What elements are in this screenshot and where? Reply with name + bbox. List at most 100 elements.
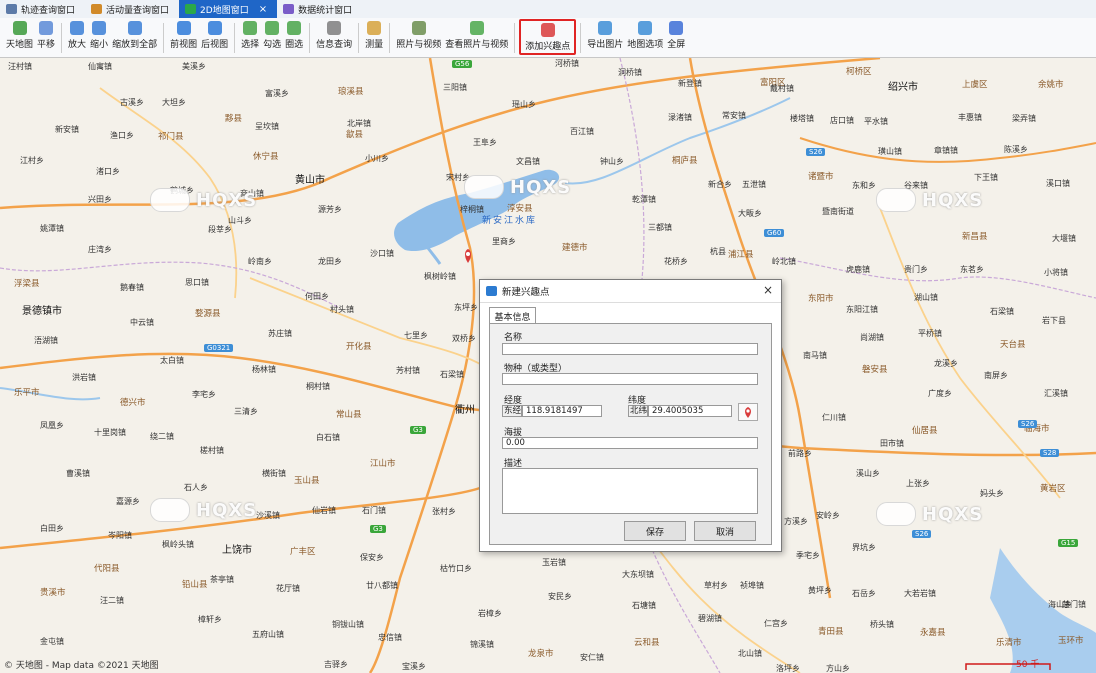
place-label: 东阳市 [808, 294, 834, 304]
tab-2[interactable]: 2D地图窗口 × [179, 0, 278, 18]
place-label: 上张乡 [906, 479, 930, 488]
place-label: 楚门镇 [1062, 600, 1086, 609]
close-icon[interactable]: × [763, 283, 773, 297]
place-label: 代阳县 [94, 564, 120, 574]
zoom-extent-button[interactable]: 缩放到全部 [110, 18, 159, 56]
place-label: 黄坪乡 [808, 586, 832, 595]
place-label: 南马镇 [803, 351, 827, 360]
toolbar-separator [389, 23, 391, 53]
description-field[interactable] [502, 468, 758, 514]
place-label: 李宅乡 [192, 390, 216, 399]
altitude-field[interactable]: 0.00 [502, 437, 758, 449]
place-label: 大畈乡 [738, 209, 762, 218]
toolbar-separator [234, 23, 236, 53]
select-button[interactable]: 选择 [239, 18, 261, 56]
place-label: 石门镇 [362, 506, 386, 515]
place-label: 黟县 [225, 114, 243, 124]
place-label: 沙口镇 [370, 249, 394, 258]
circle-select-button[interactable]: 圈选 [283, 18, 305, 56]
poi-marker-icon[interactable] [465, 249, 471, 263]
place-label: 楼塔镇 [790, 114, 814, 123]
zoom-out-button[interactable]: 缩小 [88, 18, 110, 56]
name-field[interactable] [502, 343, 758, 355]
toolbar-label: 后视图 [201, 40, 229, 50]
measure-button[interactable]: 测量 [363, 18, 385, 56]
toolbar-label: 前视图 [170, 40, 198, 50]
place-label: 常安镇 [722, 111, 746, 120]
toolbar-label: 天地图 [6, 40, 34, 50]
place-label: 碧湖镇 [698, 614, 722, 623]
photo-video-button[interactable]: 照片与视频 [394, 18, 443, 56]
toolbar-label: 圈选 [285, 40, 304, 50]
place-label: 平水镇 [864, 117, 888, 126]
save-button[interactable]: 保存 [624, 521, 686, 541]
toolbar-label: 信息查询 [316, 40, 353, 50]
map-button[interactable]: 天地图 [4, 18, 35, 56]
toolbar-separator [514, 23, 516, 53]
place-label: 里商乡 [492, 237, 516, 246]
road-badge: G3 [410, 426, 426, 434]
tab-1[interactable]: 活动量查询窗口 [85, 0, 179, 18]
place-label: 绕二镇 [150, 432, 174, 441]
window-icon [283, 4, 295, 14]
place-label: 溪山乡 [856, 469, 880, 478]
place-label: 北山镇 [738, 649, 762, 658]
place-label: 双桥乡 [452, 334, 476, 343]
place-label: 五府山镇 [252, 630, 284, 639]
place-label: 开化县 [346, 342, 372, 352]
zoom-in-icon [70, 21, 85, 35]
place-label: 村头镇 [330, 305, 354, 314]
check-select-button[interactable]: 勾选 [261, 18, 283, 56]
export-image-button[interactable]: 导出图片 [585, 18, 625, 56]
place-label: 衢州 [455, 405, 475, 416]
place-label: 暨南街道 [822, 207, 854, 216]
tab-3[interactable]: 数据统计窗口 [277, 0, 362, 18]
info-query-button[interactable]: 信息查询 [314, 18, 354, 56]
add-poi-button[interactable]: 添加兴趣点 [519, 19, 577, 55]
place-label: 洞桥镇 [618, 68, 642, 77]
toolbar-label: 添加兴趣点 [525, 42, 571, 52]
basic-info-panel: 名称 物种（或类型） 经度 纬度 东经 118.9181497 北纬 29.40… [489, 323, 772, 545]
species-field[interactable] [502, 373, 758, 385]
place-label: 玉山县 [294, 476, 320, 486]
place-label: 芳村镇 [396, 366, 420, 375]
map-options-button[interactable]: 地图选项 [625, 18, 665, 56]
place-label: 段莘乡 [208, 225, 232, 234]
back-arrow-icon [176, 21, 191, 35]
place-label: 方山乡 [826, 664, 850, 673]
place-label: 新登镇 [678, 79, 702, 88]
place-label: 广丰区 [290, 547, 316, 557]
dialog-title-bar[interactable]: 新建兴趣点 [480, 280, 781, 303]
place-label: 新安镇 [55, 125, 79, 134]
watermark: HQXS [876, 188, 983, 212]
road-badge: G3 [370, 525, 386, 533]
place-label: 仙居县 [912, 426, 938, 436]
cancel-button[interactable]: 取消 [694, 521, 756, 541]
fullscreen-button[interactable]: 全屏 [665, 18, 687, 56]
place-label: 曹溪镇 [66, 469, 90, 478]
tab-basic-info[interactable]: 基本信息 [489, 307, 536, 324]
close-icon[interactable]: × [259, 4, 267, 15]
place-label: 十里岗镇 [94, 428, 126, 437]
place-label: 琅溪县 [338, 87, 364, 97]
back-arrow-button[interactable]: 前视图 [168, 18, 199, 56]
pick-location-button[interactable] [738, 403, 758, 421]
place-label: 虎鹿镇 [846, 265, 870, 274]
tab-0[interactable]: 轨迹查询窗口 [0, 0, 85, 18]
place-label: 乐平市 [14, 388, 40, 398]
zoom-in-button[interactable]: 放大 [66, 18, 88, 56]
forward-arrow-button[interactable]: 后视图 [199, 18, 230, 56]
place-label: 妈头乡 [980, 489, 1004, 498]
pan-hand-button[interactable]: 平移 [35, 18, 57, 56]
toolbar-label: 地图选项 [627, 40, 664, 50]
place-label: 贵溪市 [40, 588, 66, 598]
place-label: 磐安县 [862, 365, 888, 375]
longitude-field[interactable]: 118.9181497 [522, 405, 602, 417]
view-photo-button[interactable]: 查看照片与视频 [443, 18, 510, 56]
place-label: 铅山县 [182, 580, 208, 590]
place-label: 锦溪镇 [470, 640, 494, 649]
place-label: 玉岩镇 [542, 558, 566, 567]
latitude-field[interactable]: 29.4005035 [648, 405, 732, 417]
place-label: 前路乡 [788, 449, 812, 458]
place-label: 金屯镇 [40, 637, 64, 646]
